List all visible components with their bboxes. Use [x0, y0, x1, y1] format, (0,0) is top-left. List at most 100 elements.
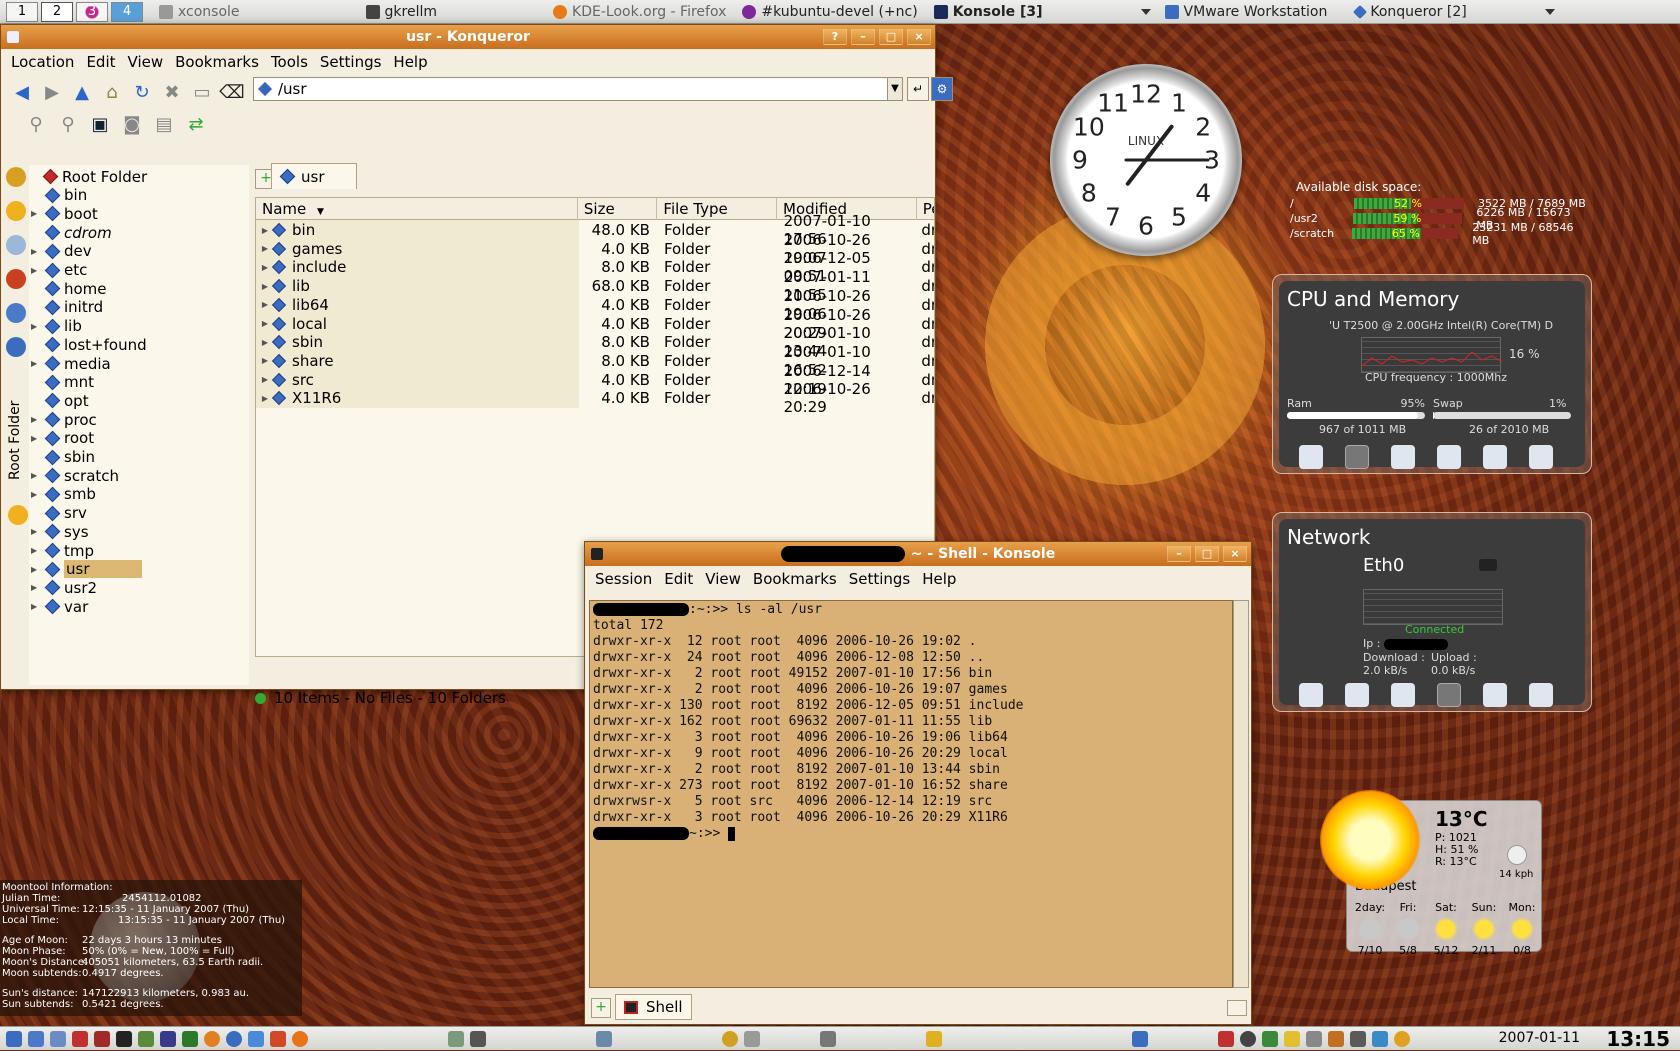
tray-icon[interactable]	[1240, 1030, 1256, 1047]
clock-icon[interactable]	[1483, 683, 1507, 707]
expand-arrow-icon[interactable]: ▶	[31, 490, 41, 499]
menu-view[interactable]: View	[699, 570, 747, 588]
tree-item[interactable]: ▶ scratch	[31, 466, 119, 485]
menu-help[interactable]: Help	[387, 53, 433, 71]
network-globe-icon[interactable]	[1437, 445, 1461, 469]
task-konsole[interactable]: Konsole [3]	[926, 1, 1051, 23]
expand-arrow-icon[interactable]: ▶	[31, 527, 41, 536]
tray-icon[interactable]	[820, 1030, 836, 1047]
menu-settings[interactable]: Settings	[314, 53, 388, 71]
task-vmware[interactable]: VMware Workstation	[1157, 1, 1336, 23]
tree-item[interactable]: initrd	[31, 298, 103, 317]
tree-item[interactable]: ▶ sys	[31, 522, 89, 541]
tree-item[interactable]: home	[31, 279, 107, 298]
expand-arrow-icon[interactable]: ▶	[31, 247, 41, 256]
back-icon[interactable]: ◀	[9, 79, 35, 105]
menu-view[interactable]: View	[122, 53, 170, 71]
column-type[interactable]: File Type	[657, 198, 778, 220]
menu-help[interactable]: Help	[916, 570, 962, 588]
app-launcher-icon[interactable]	[72, 1030, 88, 1047]
expand-arrow-icon[interactable]: ▶	[31, 209, 41, 218]
terminal-scrollbar[interactable]	[1233, 600, 1249, 988]
tray-icon[interactable]	[744, 1030, 760, 1047]
app-launcher-icon[interactable]	[182, 1030, 198, 1047]
sidebar-tab-devices[interactable]	[6, 235, 26, 255]
app-launcher-icon[interactable]	[160, 1030, 176, 1047]
tree-item[interactable]: ▶ usr2	[31, 578, 97, 597]
task-gkrellm[interactable]: gkrellm	[358, 1, 445, 23]
zoom-in-icon[interactable]: ⚲	[23, 111, 49, 137]
forward-icon[interactable]: ▶	[39, 79, 65, 105]
tray-icon[interactable]	[1350, 1030, 1366, 1047]
tree-item[interactable]: Root Folder	[29, 167, 147, 186]
clock-time[interactable]: 13:15	[1606, 1027, 1670, 1051]
drive-icon[interactable]	[1391, 445, 1415, 469]
expand-arrow-icon[interactable]: ▶	[31, 434, 41, 443]
menu-location[interactable]: Location	[5, 53, 80, 71]
menu-edit[interactable]: Edit	[658, 570, 699, 588]
menu-session[interactable]: Session	[589, 570, 658, 588]
expand-arrow-icon[interactable]: ▶	[256, 263, 274, 272]
tree-item[interactable]: bin	[31, 186, 87, 205]
chevron-down-icon[interactable]	[1140, 8, 1151, 15]
expand-arrow-icon[interactable]: ▶	[31, 471, 41, 480]
zoom-out-icon[interactable]: ⚲	[55, 111, 81, 137]
tree-item[interactable]: ▶ lib	[31, 317, 82, 336]
tree-item[interactable]: srv	[31, 504, 87, 523]
sidebar-toggle-icon[interactable]: ▤	[151, 111, 177, 137]
tray-icon[interactable]	[722, 1030, 738, 1047]
sidebar-tab-history[interactable]	[6, 303, 26, 323]
expand-arrow-icon[interactable]: ▶	[31, 359, 41, 368]
app-launcher-icon[interactable]	[270, 1030, 286, 1047]
tree-item[interactable]: opt	[31, 391, 89, 410]
tree-item[interactable]: ▶ smb	[31, 485, 96, 504]
menu-settings[interactable]: Settings	[843, 570, 917, 588]
drive-icon[interactable]	[1391, 683, 1415, 707]
sidebar-tab-root-folder[interactable]: Root Folder	[3, 380, 27, 490]
network-globe-icon[interactable]	[1437, 683, 1461, 707]
tab-shell[interactable]: Shell	[615, 994, 692, 1020]
menu-bookmarks[interactable]: Bookmarks	[169, 53, 265, 71]
clock-date[interactable]: 2007-01-11	[1499, 1030, 1580, 1046]
tray-icon[interactable]	[448, 1030, 464, 1047]
menu-edit[interactable]: Edit	[80, 53, 121, 71]
expand-arrow-icon[interactable]: ▶	[31, 565, 41, 574]
tree-item[interactable]: ▶ media	[31, 354, 111, 373]
sidebar-tab-applications[interactable]	[6, 167, 26, 187]
tree-item[interactable]: ▶ tmp	[31, 541, 94, 560]
expand-arrow-icon[interactable]: ▶	[31, 583, 41, 592]
chevron-down-icon[interactable]	[1544, 8, 1555, 15]
app-launcher-icon[interactable]	[226, 1030, 242, 1047]
minimize-button[interactable]: –	[851, 28, 875, 45]
app-launcher-icon[interactable]	[138, 1030, 154, 1047]
stop-icon[interactable]: ✖	[159, 79, 185, 105]
reload-icon[interactable]: ↻	[129, 79, 155, 105]
home-icon[interactable]: ⌂	[99, 79, 125, 105]
up-icon[interactable]: ▲	[69, 79, 95, 105]
menu-tools[interactable]: Tools	[265, 53, 314, 71]
tray-icon[interactable]	[1328, 1030, 1344, 1047]
task-firefox[interactable]: KDE-Look.org - Firefox	[545, 1, 734, 23]
flag-icon[interactable]	[1218, 1030, 1234, 1047]
tray-icon[interactable]	[1394, 1030, 1410, 1047]
cpu-icon[interactable]	[1345, 445, 1369, 469]
tray-icon[interactable]	[926, 1030, 942, 1047]
sidebar-tab-home[interactable]	[6, 269, 26, 289]
calendar-icon[interactable]	[1529, 683, 1553, 707]
task-konqueror[interactable]: Konqueror [2]	[1347, 1, 1474, 23]
tray-icon[interactable]	[1262, 1030, 1278, 1047]
desktop-3[interactable]: 3	[76, 1, 108, 22]
window-menu-icon[interactable]	[7, 31, 19, 43]
clock-icon[interactable]	[1483, 445, 1507, 469]
tray-icon[interactable]	[1306, 1030, 1322, 1047]
desktop-1[interactable]: 1	[6, 1, 38, 22]
firefox-icon[interactable]	[292, 1030, 308, 1047]
maximize-button[interactable]: □	[1195, 545, 1219, 562]
tree-item[interactable]: ▶ usr	[31, 560, 142, 579]
terminal-icon[interactable]	[116, 1030, 132, 1047]
tree-item[interactable]: mnt	[31, 373, 94, 392]
menu-bookmarks[interactable]: Bookmarks	[747, 570, 843, 588]
help-button[interactable]: ?	[823, 28, 847, 45]
tree-item[interactable]: ▶ dev	[31, 242, 92, 261]
file-row[interactable]: ▶X11R6 4.0 KB Folder 2006-10-26 20:29 dr	[256, 380, 934, 416]
